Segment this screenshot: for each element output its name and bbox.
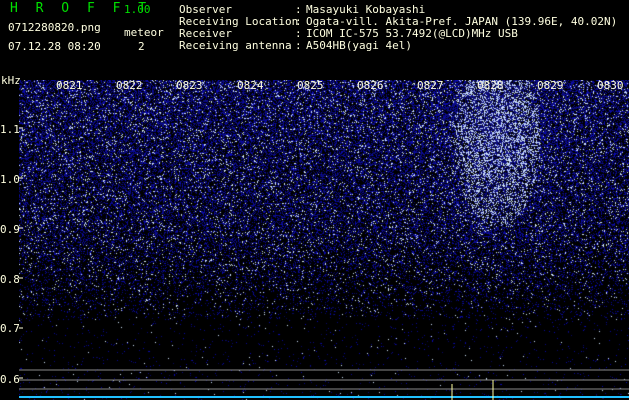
antenna-value: A504HB(yagi 4el) [306, 39, 412, 52]
meteor-label: meteor [124, 26, 164, 39]
x-tick-label: 0822 [116, 79, 143, 92]
x-tick-label: 0829 [537, 79, 564, 92]
x-tick-label: 0821 [56, 79, 83, 92]
x-tick-label: 0828 [477, 79, 504, 92]
x-tick-label: 0824 [237, 79, 264, 92]
y-tick-label: 0.9 [0, 223, 20, 236]
y-tick-label: 1.0 [0, 173, 20, 186]
antenna-key: Receiving antenna [179, 39, 292, 52]
antenna-separator: : [295, 39, 302, 52]
x-tick-label: 0825 [297, 79, 324, 92]
x-tick-label: 0823 [176, 79, 203, 92]
y-axis-unit: kHz [1, 74, 21, 87]
x-tick-label: 0826 [357, 79, 384, 92]
x-tick-label: 0830 [597, 79, 624, 92]
app-version: 1.00 [124, 3, 151, 16]
spectrogram: 0821 0822 0823 0824 0825 0826 0827 0828 … [19, 80, 629, 400]
date-time: 07.12.28 08:20 [8, 40, 101, 53]
file-name: 0712280820.png [8, 21, 101, 34]
meteor-count: 2 [138, 40, 145, 53]
y-tick-label: 0.8 [0, 273, 20, 286]
y-tick-label: 1.1 [0, 123, 20, 136]
y-tick-label: 0.6 [0, 373, 20, 386]
spectrogram-overlay [19, 127, 629, 400]
y-tick-label: 0.7 [0, 322, 20, 335]
x-tick-label: 0827 [417, 79, 444, 92]
